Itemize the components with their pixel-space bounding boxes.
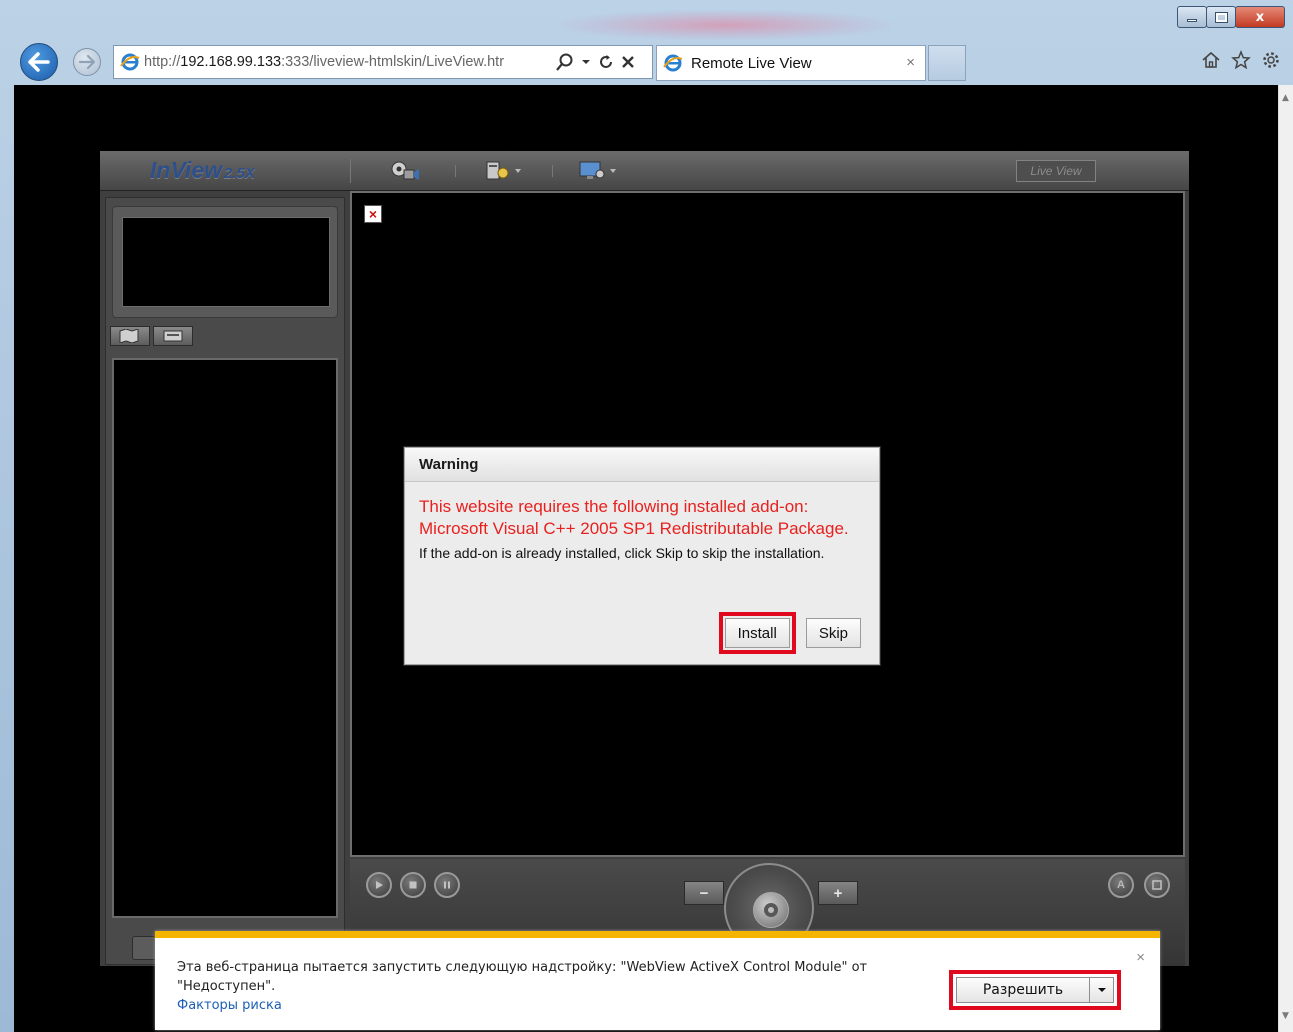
url-path: :333/liveview-htmlskin/LiveView.htr — [281, 54, 505, 70]
preview-frame — [112, 206, 338, 318]
header-separator — [350, 159, 351, 183]
camera-lens-icon — [764, 903, 778, 917]
tab-close-icon[interactable]: × — [906, 54, 915, 71]
scroll-down-icon[interactable]: ▼ — [1282, 1011, 1289, 1021]
stop-icon[interactable] — [621, 55, 635, 69]
auto-button[interactable]: A — [1108, 872, 1134, 898]
minimize-icon — [1187, 18, 1197, 22]
home-icon[interactable] — [1201, 50, 1221, 70]
device-settings-icon — [486, 161, 521, 180]
maximize-button[interactable] — [1206, 6, 1236, 28]
dialog-message-required: This website requires the following inst… — [419, 497, 849, 538]
title-bar-glow — [560, 10, 890, 40]
window-close-button[interactable]: x — [1235, 6, 1285, 28]
browser-window: x http://192.168.99.133:333/liveview-htm… — [0, 0, 1293, 1032]
url-prefix: http:// — [144, 54, 181, 70]
forward-button[interactable] — [73, 48, 101, 76]
new-tab-button[interactable] — [928, 45, 966, 81]
dialog-title: Warning — [405, 448, 879, 482]
vertical-scrollbar[interactable]: ▲ ▼ — [1278, 85, 1293, 1032]
dialog-message-skip: If the add-on is already installed, clic… — [419, 545, 825, 561]
back-arrow-icon — [28, 52, 50, 72]
risk-factors-link[interactable]: Факторы риска — [177, 996, 947, 1015]
auto-icon: A — [1117, 879, 1125, 891]
install-button[interactable]: Install — [724, 618, 790, 648]
addon-notification-bar: Эта веб-страница пытается запустить след… — [155, 931, 1160, 1030]
gear-icon[interactable] — [1261, 50, 1281, 70]
left-panel — [105, 197, 345, 965]
map-icon — [119, 329, 139, 343]
install-highlight: Install — [718, 612, 796, 654]
zoom-in-button[interactable]: + — [818, 881, 858, 905]
camera-menu-button[interactable] — [390, 160, 420, 182]
pause-icon — [444, 881, 450, 889]
forward-arrow-icon — [79, 55, 95, 69]
pause-button[interactable] — [434, 872, 460, 898]
stop-button[interactable] — [400, 872, 426, 898]
live-view-button[interactable]: Live View — [1016, 160, 1096, 182]
url-text[interactable]: http://192.168.99.133:333/liveview-htmls… — [144, 54, 550, 70]
chevron-down-icon[interactable] — [581, 58, 591, 66]
zoom-out-button[interactable]: − — [684, 881, 724, 905]
header-separator — [552, 165, 553, 177]
monitor-settings-icon — [579, 161, 616, 179]
dialog-buttons: Install Skip — [718, 612, 861, 654]
close-icon: x — [1255, 9, 1265, 25]
error-close-icon[interactable]: × — [364, 205, 382, 223]
allow-button[interactable]: Разрешить — [956, 977, 1090, 1003]
ie-tab-icon — [663, 53, 683, 73]
notification-message: Эта веб-страница пытается запустить след… — [177, 960, 868, 994]
browser-toolbar — [1201, 50, 1281, 70]
address-tools — [556, 53, 635, 71]
device-list[interactable] — [112, 358, 338, 918]
header-separator — [455, 165, 456, 177]
fullscreen-button[interactable] — [1144, 872, 1170, 898]
window-controls: x — [1177, 6, 1285, 28]
notification-text-block: Эта веб-страница пытается запустить след… — [177, 958, 947, 1015]
monitor-menu-button[interactable] — [578, 160, 616, 182]
ie-page-icon — [120, 52, 140, 72]
dialog-body: This website requires the following inst… — [405, 482, 879, 563]
chevron-down-icon — [1097, 988, 1106, 992]
scroll-up-icon[interactable]: ▲ — [1282, 93, 1289, 103]
play-icon — [376, 881, 383, 889]
film-camera-icon — [391, 161, 419, 180]
fullscreen-icon — [1152, 880, 1162, 890]
play-button[interactable] — [366, 872, 392, 898]
preview-window — [122, 217, 330, 307]
panel-tabs — [110, 326, 193, 346]
brand-version: 2.5X — [224, 165, 255, 182]
minimize-button[interactable] — [1177, 6, 1207, 28]
favorites-star-icon[interactable] — [1231, 50, 1251, 70]
allow-highlight: Разрешить — [949, 970, 1121, 1010]
refresh-icon[interactable] — [598, 54, 614, 70]
device-menu-button[interactable] — [485, 160, 521, 182]
skip-button[interactable]: Skip — [805, 618, 861, 648]
back-button[interactable] — [20, 43, 58, 81]
device-list-icon — [163, 330, 183, 342]
tab-map[interactable] — [110, 326, 150, 346]
allow-dropdown-button[interactable] — [1090, 977, 1114, 1003]
notification-close-icon[interactable]: × — [1136, 949, 1145, 966]
tab-remote-live-view[interactable]: Remote Live View × — [656, 45, 926, 81]
brand-logo: InView 2.5X — [150, 157, 255, 184]
stop-square-icon — [409, 881, 417, 889]
app-header: InView 2.5X Live View — [100, 151, 1189, 191]
ptz-center-button[interactable] — [753, 892, 789, 928]
maximize-icon — [1214, 11, 1228, 23]
tab-device-list[interactable] — [153, 326, 193, 346]
url-host: 192.168.99.133 — [180, 54, 282, 70]
warning-dialog: Warning This website requires the follow… — [404, 447, 880, 665]
search-icon[interactable] — [556, 53, 574, 71]
brand-name: InView — [150, 157, 222, 183]
address-bar[interactable]: http://192.168.99.133:333/liveview-htmls… — [113, 45, 653, 79]
page-content: InView 2.5X Live View × − + A Warning Th… — [14, 85, 1278, 1032]
tab-title: Remote Live View — [691, 54, 812, 72]
